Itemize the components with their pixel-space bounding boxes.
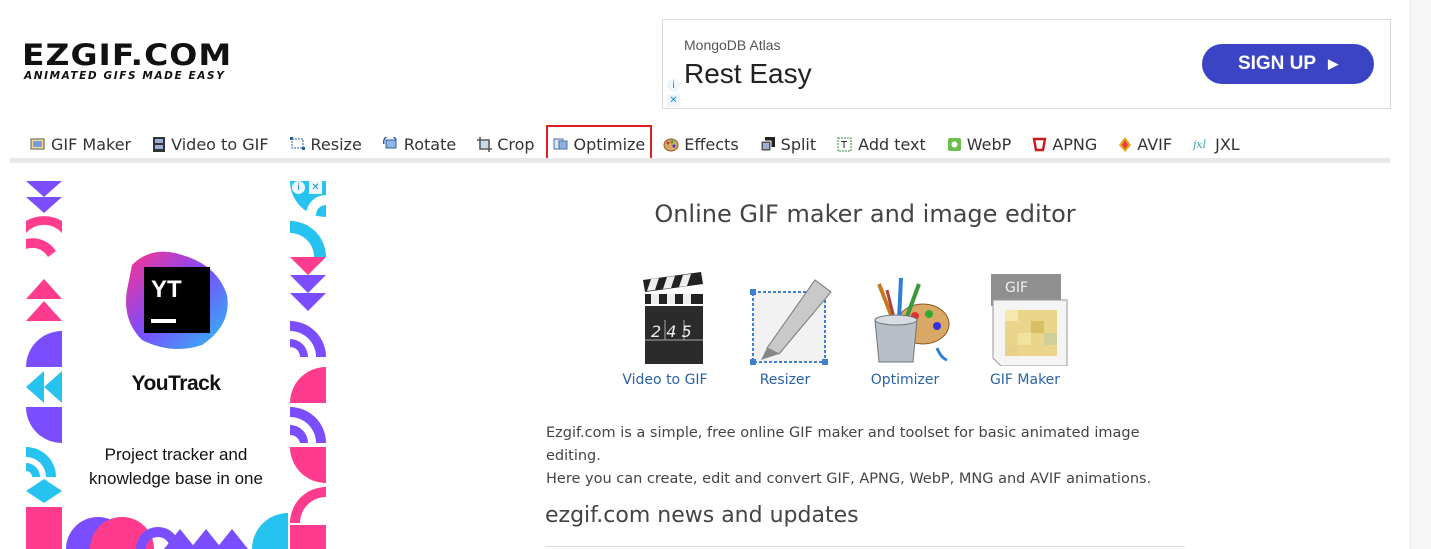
nav-gif-maker[interactable]: GIF Maker bbox=[30, 131, 131, 157]
ad-signup-button[interactable]: SIGN UP ▶ bbox=[1202, 44, 1374, 84]
svg-text:T: T bbox=[840, 140, 848, 151]
resize-icon bbox=[289, 137, 305, 150]
tool-shortcuts: 2 4 5 Video to GIF Resizer Optimizer GIF… bbox=[605, 270, 1085, 400]
nav-label: Rotate bbox=[403, 134, 457, 154]
nav-rotate[interactable]: Rotate bbox=[382, 131, 457, 157]
nav-label: Split bbox=[780, 134, 817, 154]
page-title: Online GIF maker and image editor bbox=[654, 200, 1076, 228]
play-arrow-icon: ▶ bbox=[1328, 56, 1339, 71]
tool-optimizer[interactable]: Optimizer bbox=[845, 270, 965, 388]
split-icon bbox=[760, 136, 775, 151]
tool-label: Video to GIF bbox=[622, 372, 708, 388]
nav-jxl[interactable]: jxl JXL bbox=[1193, 131, 1240, 157]
nav-label: Crop bbox=[497, 134, 535, 154]
nav-add-text[interactable]: T Add text bbox=[837, 131, 926, 157]
tool-resizer[interactable]: Resizer bbox=[725, 270, 845, 388]
svg-text:2 4 5: 2 4 5 bbox=[651, 322, 692, 341]
side-banner-ad[interactable]: i ✕ YT YouTrack Project tracker and know… bbox=[26, 181, 326, 549]
ad-info-icon[interactable]: i bbox=[667, 79, 680, 92]
film-icon bbox=[153, 136, 166, 152]
description-line: Ezgif.com is a simple, free online GIF m… bbox=[546, 425, 1140, 464]
nav-video-to-gif[interactable]: Video to GIF bbox=[152, 131, 269, 157]
youtrack-logo: YT bbox=[126, 251, 228, 349]
svg-text:jxl: jxl bbox=[1193, 138, 1207, 151]
nav-divider bbox=[10, 158, 1390, 163]
jxl-icon: jxl bbox=[1193, 138, 1207, 151]
nav-label: APNG bbox=[1052, 134, 1098, 154]
crop-icon bbox=[477, 136, 493, 152]
news-heading: ezgif.com news and updates bbox=[545, 503, 859, 528]
resizer-icon bbox=[750, 279, 832, 365]
ad-tagline: Project tracker and knowledge base in on… bbox=[89, 445, 263, 488]
ad-info-icon[interactable]: i bbox=[292, 181, 305, 194]
geometric-pattern-decoration bbox=[26, 181, 326, 549]
apng-icon bbox=[1032, 137, 1047, 151]
nav-label: Video to GIF bbox=[171, 134, 269, 154]
nav-label: GIF Maker bbox=[51, 134, 132, 154]
logo-wordmark: EZGIF.COM bbox=[22, 37, 233, 72]
nav-optimize[interactable]: Optimize bbox=[545, 125, 653, 163]
tool-label: Optimizer bbox=[870, 372, 940, 388]
description-line: Here you can create, edit and convert GI… bbox=[546, 471, 1152, 487]
tool-gif-maker[interactable]: GIF GIF Maker bbox=[965, 270, 1085, 388]
tool-video-to-gif[interactable]: 2 4 5 Video to GIF bbox=[605, 270, 725, 388]
nav-crop[interactable]: Crop bbox=[477, 131, 535, 157]
ad-product-name: YouTrack bbox=[131, 372, 221, 395]
logo-tagline: ANIMATED GIFS MADE EASY bbox=[24, 70, 226, 82]
gif-file-icon: GIF bbox=[991, 274, 1068, 367]
nav-label: AVIF bbox=[1137, 134, 1173, 154]
nav-label: Effects bbox=[684, 134, 739, 154]
paint-brushes-icon bbox=[874, 277, 950, 363]
nav-split[interactable]: Split bbox=[760, 131, 816, 157]
tool-nav: GIF Maker Video to GIF Resize Rotate Cro… bbox=[30, 125, 1261, 163]
nav-avif[interactable]: AVIF bbox=[1118, 131, 1172, 157]
nav-resize[interactable]: Resize bbox=[289, 131, 362, 157]
optimize-icon bbox=[553, 138, 568, 150]
webp-icon bbox=[947, 137, 961, 151]
ad-brand: MongoDB Atlas bbox=[684, 37, 781, 53]
news-divider bbox=[545, 546, 1185, 547]
nav-label: Add text bbox=[858, 134, 926, 154]
ad-cta-label: SIGN UP bbox=[1237, 53, 1317, 74]
nav-apng[interactable]: APNG bbox=[1032, 131, 1097, 157]
tool-label: Resizer bbox=[759, 372, 811, 388]
rotate-icon bbox=[382, 137, 397, 149]
page-scrollbar[interactable] bbox=[1410, 0, 1431, 549]
nav-label: Optimize bbox=[573, 134, 646, 154]
nav-label: Resize bbox=[310, 134, 362, 154]
avif-icon bbox=[1119, 136, 1132, 152]
tool-label: GIF Maker bbox=[989, 372, 1061, 388]
gif-maker-icon bbox=[30, 138, 45, 150]
clapperboard-icon: 2 4 5 bbox=[643, 272, 703, 364]
ad-headline: Rest Easy bbox=[684, 58, 812, 89]
svg-text:YT: YT bbox=[151, 276, 182, 303]
ad-close-icon[interactable]: ✕ bbox=[667, 94, 680, 107]
nav-label: WebP bbox=[966, 134, 1012, 154]
nav-label: JXL bbox=[1215, 134, 1240, 154]
add-text-icon: T bbox=[837, 137, 852, 151]
site-logo[interactable]: EZGIF.COM ANIMATED GIFS MADE EASY bbox=[22, 37, 252, 84]
nav-webp[interactable]: WebP bbox=[947, 131, 1012, 157]
top-banner-ad[interactable]: MongoDB Atlas Rest Easy SIGN UP ▶ i ✕ bbox=[662, 19, 1391, 109]
site-description: Ezgif.com is a simple, free online GIF m… bbox=[546, 422, 1196, 491]
nav-effects[interactable]: Effects bbox=[663, 131, 739, 157]
palette-icon bbox=[663, 138, 679, 151]
ad-close-icon[interactable]: ✕ bbox=[309, 181, 322, 194]
svg-text:GIF: GIF bbox=[1005, 280, 1028, 296]
